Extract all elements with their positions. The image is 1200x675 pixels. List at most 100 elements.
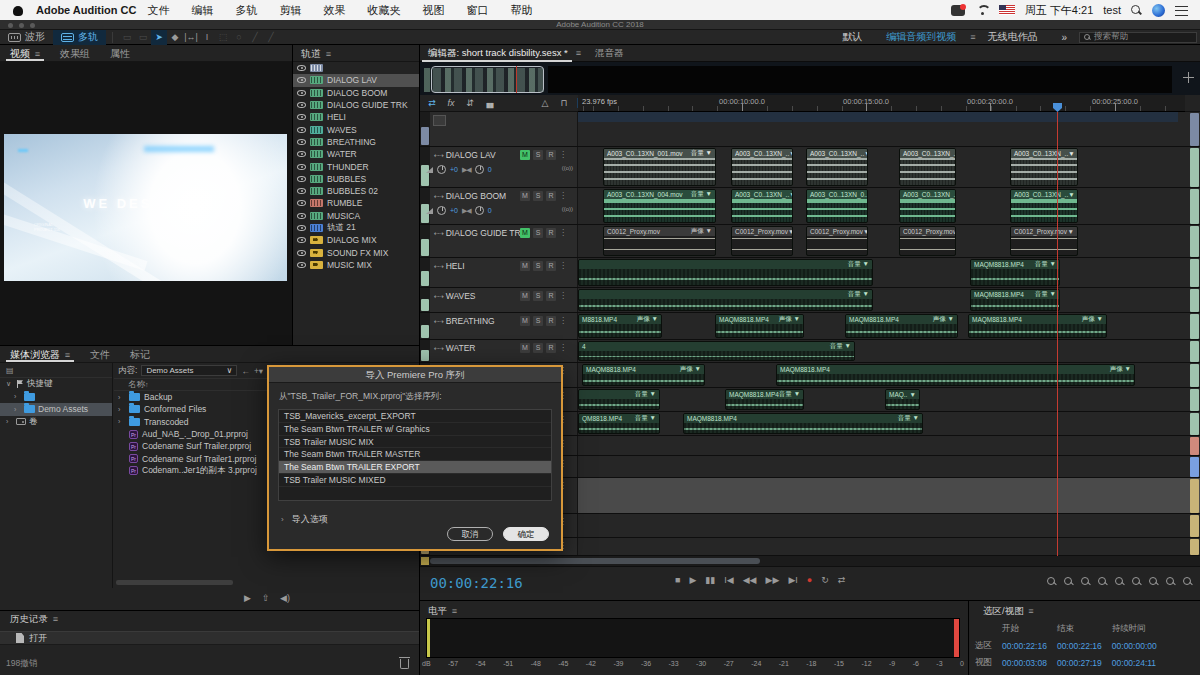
solo-rec-button[interactable]: R <box>546 316 556 326</box>
audio-clip[interactable]: A003_C0..13XN_..▼ <box>899 189 956 223</box>
eye-icon[interactable] <box>297 90 306 96</box>
eye-icon[interactable] <box>297 250 306 256</box>
eye-icon[interactable] <box>297 127 306 133</box>
mute-button[interactable]: M <box>520 316 530 326</box>
input-language-flag-icon[interactable] <box>999 5 1015 15</box>
history-entry[interactable]: 打开 <box>0 631 419 645</box>
play-button[interactable]: ▶ <box>689 575 696 585</box>
track-list-item[interactable]: DIALOG BOOM <box>293 87 419 99</box>
lane-header[interactable] <box>420 112 578 146</box>
sequence-item[interactable]: TSB_Mavericks_excerpt_EXPORT <box>279 410 551 423</box>
stop-button[interactable]: ■ <box>675 575 680 585</box>
meter-icon[interactable]: ▗▖ <box>483 98 495 108</box>
tab-files[interactable]: 文件 <box>80 346 120 363</box>
clip-control-dropdown[interactable]: ▼ <box>788 228 792 235</box>
clip-control-dropdown[interactable]: ▼ <box>910 391 916 398</box>
vscroll-track-block[interactable] <box>1190 539 1199 555</box>
audio-clip[interactable]: MAQM8818.MP4音量 ▼ <box>970 289 1060 311</box>
navigator-view-range[interactable] <box>431 66 544 93</box>
routing-icon[interactable]: ⇵ <box>464 98 476 108</box>
vscroll-track-block[interactable] <box>1190 341 1199 362</box>
zoom-button-7[interactable] <box>1165 576 1175 586</box>
clip-control-dropdown[interactable]: 音量 ▼ <box>1035 290 1056 299</box>
clip-control-dropdown[interactable]: 音量 ▼ <box>779 390 800 399</box>
track-list-item[interactable]: MUSICA <box>293 210 419 222</box>
back-arrow-icon[interactable]: ← <box>241 366 250 376</box>
lane-header[interactable]: DIALOG LAVMSR⋮+0▶◀0((o)) <box>420 147 578 187</box>
audio-clip[interactable]: MAQM8818.MP4声像 ▼ <box>776 364 1135 386</box>
eye-icon[interactable] <box>297 213 306 219</box>
eye-icon[interactable] <box>297 77 306 83</box>
speaker-icon[interactable]: ◀) <box>280 593 290 603</box>
clip-control-dropdown[interactable]: 音量 ▼ <box>635 414 656 423</box>
solo-rec-button[interactable]: R <box>546 343 556 353</box>
navigator-zoom-icon[interactable] <box>1183 72 1194 83</box>
solo-rec-button[interactable]: R <box>546 261 556 271</box>
audio-clip[interactable]: 音量 ▼ <box>578 259 873 286</box>
audio-clip[interactable]: 4音量 ▼ <box>578 341 855 361</box>
audio-clip[interactable]: MAQM8818.MP4声像 ▼ <box>968 314 1107 338</box>
track-list-item[interactable]: DIALOG GUIDE TRK <box>293 99 419 111</box>
hscroll-handle[interactable] <box>430 558 760 564</box>
tree-volumes[interactable]: ›卷 <box>0 416 112 429</box>
tree-shortcuts[interactable]: ∨快捷键 <box>0 378 112 391</box>
tab-editor[interactable]: 编辑器: short track disbility.sesx * <box>420 45 574 62</box>
clip-control-dropdown[interactable]: ▼ <box>864 150 867 157</box>
audio-clip[interactable]: C0012_Proxy.mov▼ <box>1010 226 1078 256</box>
audio-clip[interactable]: A003_C0..13XN_001.mov音量 ▼ <box>603 148 716 186</box>
clip-control-dropdown[interactable]: 音量 ▼ <box>691 149 712 158</box>
tab-media-browser[interactable]: 媒体浏览器 ≡ <box>0 346 80 363</box>
eye-icon[interactable] <box>297 102 306 108</box>
menu-user[interactable]: test <box>1103 4 1121 16</box>
vscroll-track-block[interactable] <box>1190 479 1199 513</box>
menu-item[interactable]: 窗口 <box>455 3 499 18</box>
solo-rec-button[interactable]: S <box>533 261 543 271</box>
mute-button[interactable]: M <box>520 150 530 160</box>
audio-clip[interactable]: C0012_Proxy.mov▼ <box>899 226 956 256</box>
next-button[interactable]: ▶Ι <box>788 575 797 585</box>
vscroll-track-block[interactable] <box>1190 457 1199 477</box>
content-dropdown[interactable]: Demo Assets∨ <box>141 365 237 376</box>
eye-icon[interactable] <box>297 114 306 120</box>
tab-video[interactable]: 视频 ≡ <box>0 45 50 62</box>
spotlight-icon[interactable] <box>1131 5 1142 16</box>
eye-icon[interactable] <box>297 65 306 71</box>
clip-control-dropdown[interactable]: 声像 ▼ <box>933 315 954 324</box>
clip-control-dropdown[interactable]: ▼ <box>789 150 792 157</box>
audio-clip[interactable]: MAQM8818.MP4声像 ▼ <box>715 314 804 338</box>
zoom-button-3[interactable] <box>1097 576 1107 586</box>
menu-clock[interactable]: 周五 下午4:21 <box>1025 3 1093 18</box>
clip-control-dropdown[interactable]: 音量 ▼ <box>1035 260 1056 269</box>
skip-button[interactable]: ⇄ <box>838 575 846 585</box>
track-list-item[interactable]: HELI <box>293 111 419 123</box>
zoom-button-5[interactable] <box>1131 576 1141 586</box>
track-list-item[interactable]: THUNDER <box>293 160 419 172</box>
lane-header[interactable]: DIALOG BOOMMSR⋮+0▶◀0((o)) <box>420 188 578 224</box>
eye-icon[interactable] <box>297 262 306 268</box>
vscroll-track-block[interactable] <box>1190 113 1199 146</box>
clip-control-dropdown[interactable]: 声像 ▼ <box>680 365 701 374</box>
audio-clip[interactable]: A003_C0..13XN_..▼ <box>899 148 956 186</box>
solo-rec-button[interactable]: R <box>546 291 556 301</box>
multitrack-view-button[interactable]: 多轨 <box>53 30 106 45</box>
track-list-item[interactable]: DIALOG LAV <box>293 74 419 86</box>
track-list-item[interactable]: SOUND FX MIX <box>293 246 419 258</box>
clip-control-dropdown[interactable]: 音量 ▼ <box>830 342 851 351</box>
col-name[interactable]: 名称 <box>128 379 145 391</box>
clip-control-dropdown[interactable]: ▼ <box>1068 191 1074 198</box>
eye-icon[interactable] <box>297 139 306 145</box>
solo-rec-button[interactable]: S <box>533 291 543 301</box>
mute-button[interactable]: M <box>520 228 530 238</box>
audio-clip[interactable]: C0012_Proxy.mov▼ <box>731 226 793 256</box>
loop-button[interactable]: ↻ <box>821 575 829 585</box>
clip-control-dropdown[interactable]: ▼ <box>1068 150 1074 157</box>
vscroll-track-block[interactable] <box>1190 289 1199 312</box>
cancel-button[interactable]: 取消 <box>447 527 493 541</box>
track-list-item[interactable]: WAVES <box>293 123 419 135</box>
track-list-item[interactable]: WATER <box>293 148 419 160</box>
import-options-toggle[interactable]: ›导入选项 <box>281 513 328 526</box>
media-tree-toolbar[interactable]: ▤ <box>0 363 112 378</box>
workspace-active[interactable]: 编辑音频到视频 <box>874 30 968 44</box>
clip-control-dropdown[interactable]: 声像 ▼ <box>691 227 712 236</box>
eye-icon[interactable] <box>297 200 306 206</box>
